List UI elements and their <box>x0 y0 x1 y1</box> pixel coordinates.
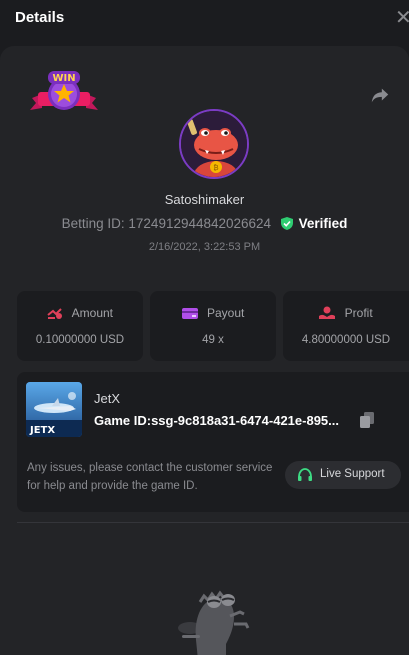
stat-card-profit: Profit 4.80000000 USD <box>283 291 409 361</box>
thumb-label: JETX <box>29 425 55 436</box>
close-icon: ✕ <box>395 7 409 29</box>
stat-card-payout: Payout 49 x <box>150 291 276 361</box>
stat-value-profit: 4.80000000 USD <box>301 334 391 346</box>
stat-card-amount: Amount 0.10000000 USD <box>17 291 143 361</box>
live-support-button[interactable]: Live Support <box>285 461 401 489</box>
close-button[interactable]: ✕ <box>395 6 409 30</box>
win-badge-icon: WIN <box>30 71 98 110</box>
betting-id-row: Betting ID: 1724912944842026624 Verified <box>0 216 409 231</box>
verified-label: Verified <box>298 216 348 231</box>
svg-text:₿: ₿ <box>213 164 218 172</box>
amount-icon <box>47 308 62 319</box>
header-bar: Details ✕ <box>0 0 409 40</box>
share-icon[interactable] <box>369 84 391 106</box>
stat-value-payout: 49 x <box>202 334 224 346</box>
headset-icon <box>298 468 312 481</box>
live-support-label: Live Support <box>320 468 385 480</box>
verified-shield-icon <box>280 217 293 230</box>
game-card: JETX JetX Game ID:ssg-9c818a31-6474-421e… <box>17 372 409 512</box>
bet-timestamp: 2/16/2022, 3:22:53 PM <box>148 241 261 253</box>
game-id: Game ID:ssg-9c818a31-6474-421e-895... <box>94 413 339 428</box>
stat-label-amount: Amount <box>71 306 114 320</box>
copy-icon[interactable] <box>360 412 374 428</box>
stat-label-profit: Profit <box>344 306 373 320</box>
username: Satoshimaker <box>164 192 245 207</box>
payout-wallet-icon <box>181 308 198 319</box>
game-name: JetX <box>94 391 121 406</box>
profit-icon <box>319 306 336 319</box>
jetx-thumbnail-icon: JETX <box>26 382 82 437</box>
betting-id-label: Betting ID: <box>61 216 125 231</box>
crocodile-illustration <box>178 590 250 655</box>
support-help-text: Any issues, please contact the customer … <box>27 462 273 492</box>
stat-value-amount: 0.10000000 USD <box>35 334 125 346</box>
page-title: Details <box>15 9 65 26</box>
game-thumbnail[interactable]: JETX <box>26 382 82 437</box>
betting-id-value: 1724912944842026624 <box>128 216 272 231</box>
win-badge-text: WIN <box>52 73 75 84</box>
stat-label-payout: Payout <box>206 306 245 320</box>
divider <box>17 522 409 523</box>
avatar: ₿ <box>179 109 249 179</box>
